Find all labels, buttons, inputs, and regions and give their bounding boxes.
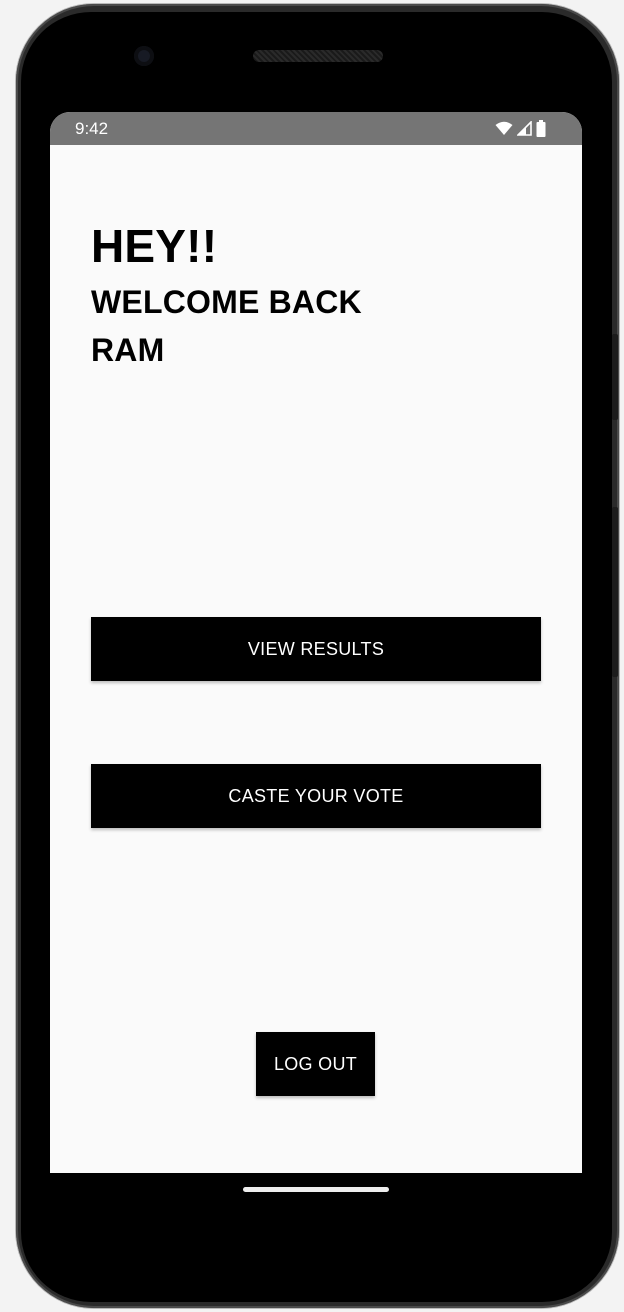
welcome-message: WELCOME BACK	[91, 284, 362, 320]
app-screen: 9:42 HEY!! WELCOME BACK RAM VIEW RESULTS…	[50, 112, 582, 1173]
log-out-button[interactable]: LOG OUT	[256, 1032, 375, 1096]
status-time: 9:42	[75, 119, 109, 138]
navigation-bar	[50, 1173, 582, 1233]
device-frame: 9:42 HEY!! WELCOME BACK RAM VIEW RESULTS…	[0, 0, 624, 1312]
volume-button	[612, 507, 618, 677]
earpiece-speaker	[253, 50, 383, 62]
cast-vote-button[interactable]: CASTE YOUR VOTE	[91, 764, 541, 828]
status-icons	[495, 119, 546, 137]
view-results-button[interactable]: VIEW RESULTS	[91, 617, 541, 681]
user-name: RAM	[91, 332, 165, 368]
greeting-title: HEY!!	[91, 220, 218, 272]
status-bar: 9:42	[50, 112, 582, 145]
wifi-icon	[495, 121, 513, 135]
battery-icon	[536, 119, 546, 137]
front-camera-icon	[134, 46, 154, 66]
power-button	[612, 334, 618, 420]
cell-signal-icon	[517, 120, 532, 136]
home-gesture-handle[interactable]	[243, 1187, 389, 1192]
